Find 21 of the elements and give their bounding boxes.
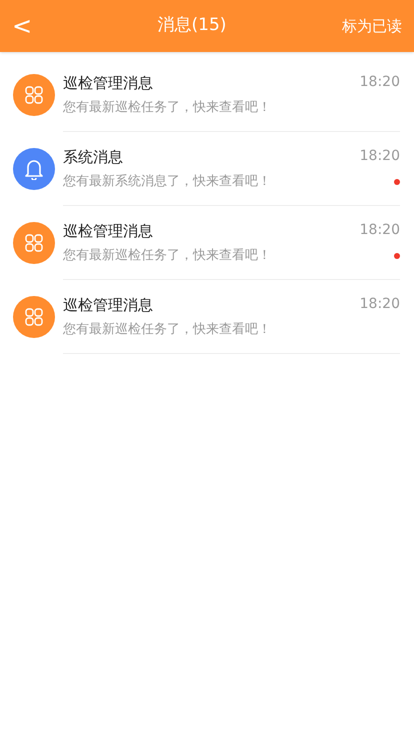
message-time: 18:20	[360, 147, 400, 166]
grid-icon	[13, 222, 55, 264]
message-title: 巡检管理消息	[63, 72, 153, 94]
message-item[interactable]: 系统消息 18:20 您有最新系统消息了，快来查看吧！	[0, 132, 414, 206]
message-item[interactable]: 巡检管理消息 18:20 您有最新巡检任务了，快来查看吧！	[0, 206, 414, 280]
page-title: 消息(15)	[156, 14, 228, 38]
grid-icon	[13, 296, 55, 338]
message-title: 系统消息	[63, 146, 123, 168]
message-time: 18:20	[360, 73, 400, 92]
message-time: 18:20	[360, 221, 400, 240]
message-title: 巡检管理消息	[63, 220, 153, 242]
message-title: 巡检管理消息	[63, 294, 153, 316]
message-preview: 您有最新系统消息了，快来查看吧！	[63, 173, 271, 191]
message-item[interactable]: 巡检管理消息 18:20 您有最新巡检任务了，快来查看吧！	[0, 58, 414, 132]
message-time: 18:20	[360, 295, 400, 314]
message-preview: 您有最新巡检任务了，快来查看吧！	[63, 321, 271, 339]
message-preview: 您有最新巡检任务了，快来查看吧！	[63, 247, 271, 265]
message-item[interactable]: 巡检管理消息 18:20 您有最新巡检任务了，快来查看吧！	[0, 280, 414, 354]
message-preview: 您有最新巡检任务了，快来查看吧！	[63, 99, 271, 117]
grid-icon	[13, 74, 55, 116]
bell-icon	[13, 148, 55, 190]
